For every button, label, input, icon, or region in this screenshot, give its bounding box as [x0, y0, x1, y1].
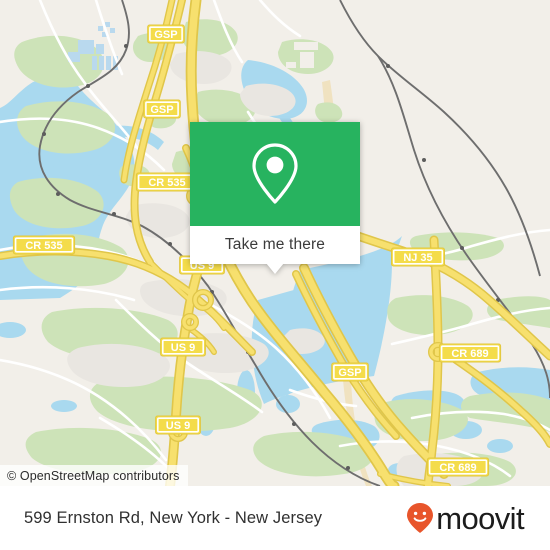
location-pin-icon: [190, 122, 360, 226]
road-shield-label: CR 689: [451, 348, 488, 360]
road-shield-label: CR 535: [148, 177, 185, 189]
callout-action-bar[interactable]: Take me there: [190, 226, 360, 264]
map-page: GSP GSP CR 535 CR 535 US 9 NJ 35 US 9 GSP CR 689…: [0, 0, 550, 550]
road-shield-label: GSP: [338, 367, 361, 379]
page-footer: 599 Ernston Rd, New York - New Jersey mo…: [0, 486, 550, 550]
moovit-smiley-pin-icon: [406, 502, 434, 534]
road-shield: US 9: [155, 415, 201, 435]
callout-pointer-tail: [266, 263, 284, 274]
moovit-logo[interactable]: moovit: [406, 500, 525, 536]
road-shield: NJ 35: [391, 247, 445, 267]
road-shield: US 9: [160, 337, 206, 357]
road-shield: GSP: [143, 99, 181, 119]
moovit-wordmark: moovit: [436, 500, 524, 536]
road-shield: GSP: [147, 24, 185, 44]
road-shield: CR 535: [135, 172, 199, 192]
pond: [85, 164, 105, 176]
road-shield-label: GSP: [154, 29, 177, 41]
road-shield: CR 689: [438, 343, 502, 363]
road-shield-label: NJ 35: [403, 252, 432, 264]
road-shield: GSP: [331, 362, 369, 382]
map-attribution[interactable]: © OpenStreetMap contributors: [0, 465, 188, 486]
take-me-there-label: Take me there: [224, 236, 326, 253]
location-address: 599 Ernston Rd, New York - New Jersey: [24, 508, 323, 527]
take-me-there-callout[interactable]: Take me there: [190, 122, 360, 274]
pond: [51, 400, 77, 412]
attribution-text: © OpenStreetMap contributors: [7, 468, 180, 483]
road-shield: CR 689: [426, 457, 490, 477]
road-shield-label: US 9: [171, 342, 195, 354]
road-shield-label: GSP: [150, 104, 173, 116]
road-shield: CR 535: [12, 235, 76, 255]
footer-content: 599 Ernston Rd, New York - New Jersey mo…: [0, 486, 550, 550]
road-shield-label: CR 689: [439, 462, 476, 474]
road-shield-label: CR 535: [25, 240, 62, 252]
road-shield-label: US 9: [166, 420, 190, 432]
pond: [487, 439, 513, 453]
